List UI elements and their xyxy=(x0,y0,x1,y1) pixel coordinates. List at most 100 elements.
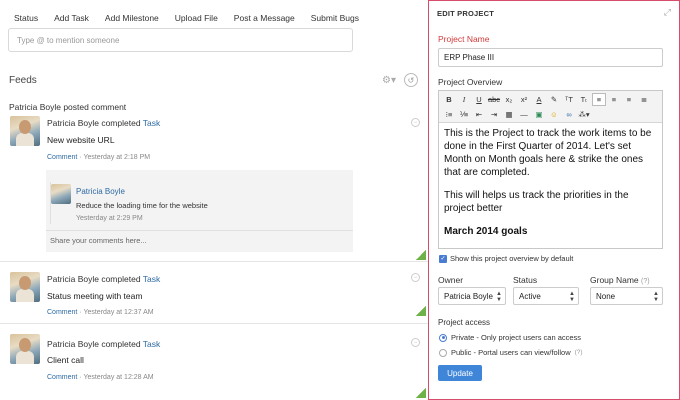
feed-actor: Patricia Boyle completed Task xyxy=(47,339,161,349)
project-name-input[interactable]: ERP Phase III xyxy=(438,48,663,67)
table-icon[interactable]: ▦ xyxy=(502,108,516,121)
overview-editor: B I U abc x₂ x² A ✎ ᵀT Tₜ ≡ ≡ ≡ ≣ ⁝≡ ⅟≡ … xyxy=(438,90,663,249)
feed-title: New website URL xyxy=(47,135,115,145)
align-left-icon[interactable]: ≡ xyxy=(592,93,606,106)
gear-icon[interactable]: ⚙▾ xyxy=(382,75,396,86)
align-justify-icon[interactable]: ≣ xyxy=(637,93,651,106)
options-icon[interactable]: − xyxy=(411,118,420,127)
toolbar-row: ⁝≡ ⅟≡ ⇤ ⇥ ▦ — ▣ ☺ ∞ ⁂▾ xyxy=(442,108,591,121)
feed-actor: Patricia Boyle completed Task xyxy=(47,274,161,284)
access-public-radio[interactable]: Public - Portal users can view/follow (?… xyxy=(439,348,583,357)
overview-paragraph: This will helps us track the priorities … xyxy=(444,190,629,214)
tab-submit-bugs[interactable]: Submit Bugs xyxy=(311,13,359,23)
tab-add-milestone[interactable]: Add Milestone xyxy=(105,13,159,23)
avatar[interactable] xyxy=(51,184,71,204)
project-name-label: Project Name xyxy=(438,34,490,44)
editor-toolbar: B I U abc x₂ x² A ✎ ᵀT Tₜ ≡ ≡ ≡ ≣ ⁝≡ ⅟≡ … xyxy=(439,91,662,123)
task-link[interactable]: Task xyxy=(143,274,160,284)
comment-divider xyxy=(46,230,353,231)
status-select[interactable]: Active ▲ ▼ xyxy=(513,287,579,305)
feed-divider xyxy=(0,261,428,262)
feed-meta: Comment · Yesterday at 2:18 PM xyxy=(47,154,150,161)
highlight-icon[interactable]: ✎ xyxy=(547,93,561,106)
owner-select[interactable]: Patricia Boyle ▲ ▼ xyxy=(438,287,506,305)
checkbox-checked-icon[interactable]: ✓ xyxy=(439,254,447,263)
comment-author[interactable]: Patricia Boyle xyxy=(76,187,125,196)
superscript-icon[interactable]: x² xyxy=(517,93,531,106)
avatar[interactable] xyxy=(10,272,40,302)
access-private-radio[interactable]: Private - Only project users can access xyxy=(439,333,581,342)
comment-link[interactable]: Comment xyxy=(47,309,77,316)
task-link[interactable]: Task xyxy=(143,339,160,349)
bold-icon[interactable]: B xyxy=(442,93,456,106)
completed-marker-icon xyxy=(416,250,426,260)
feed-time: · Yesterday at 12:28 AM xyxy=(79,374,154,381)
numbered-list-icon[interactable]: ⅟≡ xyxy=(457,108,471,121)
feed-actor: Patricia Boyle completed Task xyxy=(47,118,161,128)
avatar[interactable] xyxy=(10,116,40,146)
tab-add-task[interactable]: Add Task xyxy=(54,13,89,23)
tab-upload-file[interactable]: Upload File xyxy=(175,13,218,23)
group-name-select[interactable]: None ▲ ▼ xyxy=(590,287,663,305)
feed-time: · Yesterday at 12:37 AM xyxy=(79,309,154,316)
tab-status[interactable]: Status xyxy=(14,13,38,23)
comment-link[interactable]: Comment xyxy=(47,374,77,381)
italic-icon[interactable]: I xyxy=(457,93,471,106)
help-icon[interactable]: (?) xyxy=(575,349,583,356)
edit-project-panel: EDIT PROJECT ⤢ Project Name ERP Phase II… xyxy=(428,0,680,400)
align-center-icon[interactable]: ≡ xyxy=(607,93,621,106)
font-size-icon[interactable]: Tₜ xyxy=(577,93,591,106)
options-icon[interactable]: − xyxy=(411,273,420,282)
radio-icon[interactable] xyxy=(439,348,447,357)
comment-link[interactable]: Comment xyxy=(47,154,77,161)
activity-summary: Patricia Boyle posted comment xyxy=(9,102,127,112)
update-button[interactable]: Update xyxy=(438,365,482,381)
overview-heading: March 2014 goals xyxy=(444,226,528,237)
bullet-list-icon[interactable]: ⁝≡ xyxy=(442,108,456,121)
radio-selected-icon[interactable] xyxy=(439,333,447,342)
expand-icon[interactable]: ⤢ xyxy=(664,7,671,18)
app-root: Status Add Task Add Milestone Upload Fil… xyxy=(0,0,680,400)
help-icon[interactable]: (?) xyxy=(641,278,650,285)
indent-icon[interactable]: ⇥ xyxy=(487,108,501,121)
overview-paragraph: This is the Project to track the work it… xyxy=(444,128,652,178)
feed-title: Status meeting with team xyxy=(47,291,143,301)
group-name-label: Group Name (?) xyxy=(590,275,650,285)
font-family-icon[interactable]: ᵀT xyxy=(562,93,576,106)
emoji-icon[interactable]: ☺ xyxy=(547,108,561,121)
completed-marker-icon xyxy=(416,388,426,398)
comment-thread: Patricia Boyle Reduce the loading time f… xyxy=(46,170,353,252)
font-color-icon[interactable]: A xyxy=(532,93,546,106)
link-icon[interactable]: ∞ xyxy=(562,108,576,121)
history-icon[interactable]: ↺ xyxy=(404,73,418,87)
share-comment-input[interactable]: Share your comments here... xyxy=(50,236,147,245)
chevron-updown-icon: ▲ ▼ xyxy=(653,291,659,303)
subscript-icon[interactable]: x₂ xyxy=(502,93,516,106)
task-link[interactable]: Task xyxy=(143,118,160,128)
status-label: Status xyxy=(513,275,538,285)
overview-content[interactable]: This is the Project to track the work it… xyxy=(444,127,659,248)
comment-text: Reduce the loading time for the website xyxy=(76,201,208,210)
completed-marker-icon xyxy=(416,306,426,316)
project-access-label: Project access xyxy=(438,318,491,327)
underline-icon[interactable]: U xyxy=(472,93,486,106)
show-overview-checkbox[interactable]: ✓ Show this project overview by default xyxy=(439,254,573,263)
feed-meta: Comment · Yesterday at 12:37 AM xyxy=(47,309,154,316)
more-options-icon[interactable]: ⁂▾ xyxy=(577,108,591,121)
horizontal-rule-icon[interactable]: — xyxy=(517,108,531,121)
feeds-controls: ⚙▾ ↺ xyxy=(382,73,418,87)
strikethrough-icon[interactable]: abc xyxy=(487,93,501,106)
tab-post-message[interactable]: Post a Message xyxy=(234,13,295,23)
options-icon[interactable]: − xyxy=(411,338,420,347)
image-icon[interactable]: ▣ xyxy=(532,108,546,121)
avatar[interactable] xyxy=(10,334,40,364)
outdent-icon[interactable]: ⇤ xyxy=(472,108,486,121)
align-right-icon[interactable]: ≡ xyxy=(622,93,636,106)
feed-divider xyxy=(0,323,428,324)
project-overview-label: Project Overview xyxy=(438,77,503,87)
comment: Patricia Boyle Reduce the loading time f… xyxy=(50,182,349,224)
mention-input[interactable]: Type @ to mention someone xyxy=(8,28,353,52)
feeds-title: Feeds xyxy=(9,75,37,86)
feed-meta: Comment · Yesterday at 12:28 AM xyxy=(47,374,154,381)
chevron-updown-icon: ▲ ▼ xyxy=(496,291,502,303)
